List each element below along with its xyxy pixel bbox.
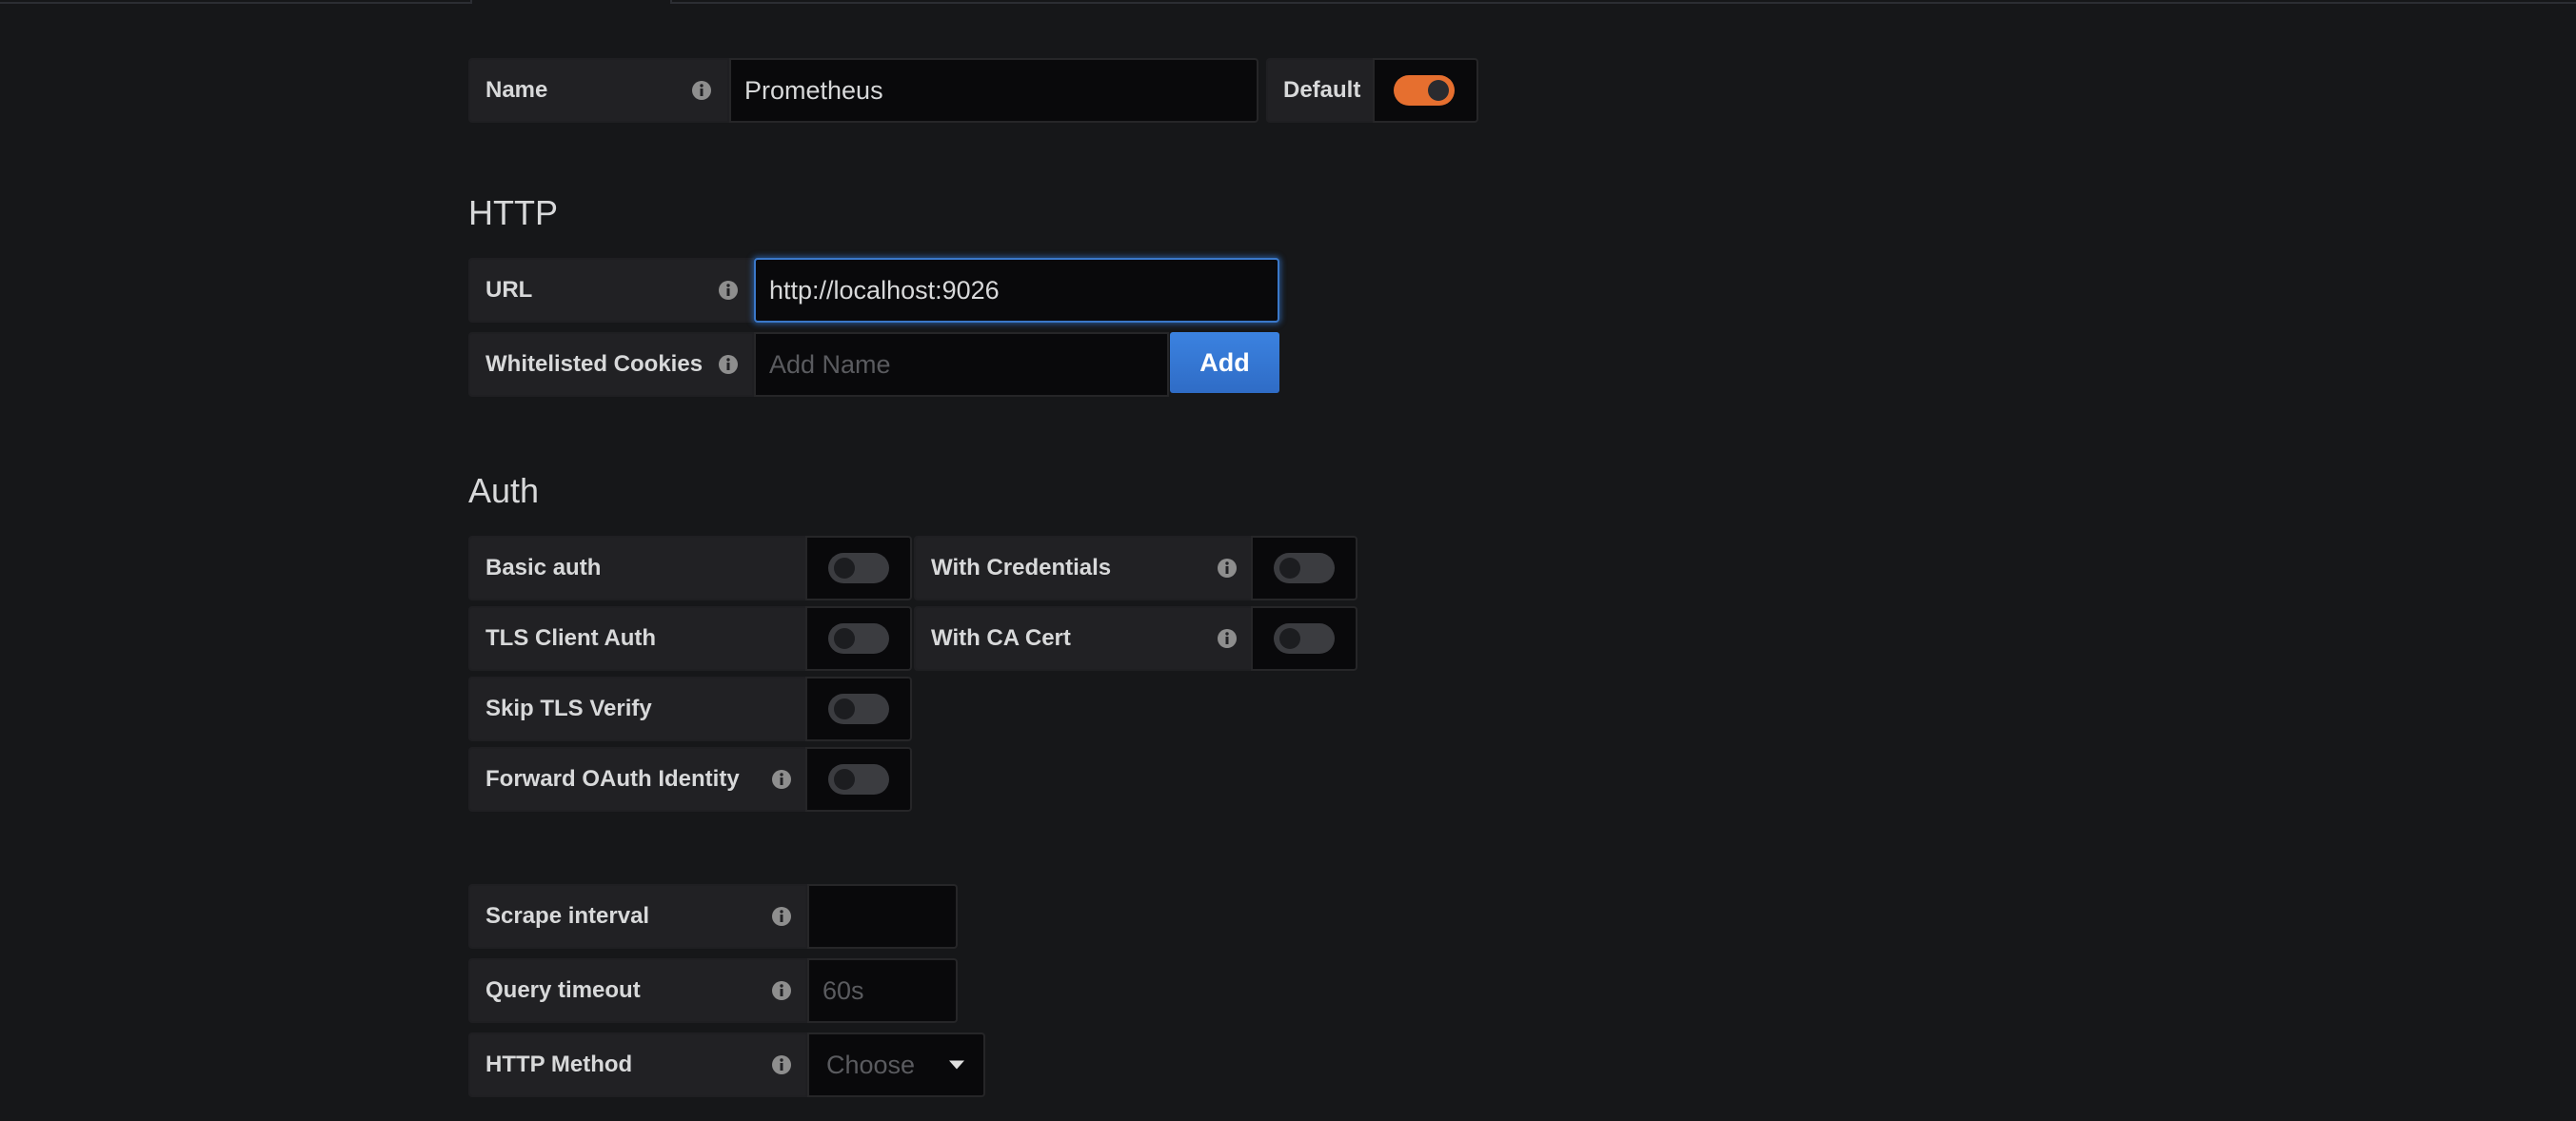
info-icon[interactable] — [771, 1054, 792, 1075]
forward-oauth-toggle[interactable] — [828, 764, 889, 795]
url-input[interactable] — [754, 258, 1279, 323]
toggle-knob — [834, 769, 855, 790]
http-section-title: HTTP — [468, 193, 558, 232]
tls-client-auth-toggle[interactable] — [828, 623, 889, 654]
info-icon[interactable] — [1217, 558, 1238, 579]
info-icon[interactable] — [771, 980, 792, 1001]
http-method-label-text: HTTP Method — [485, 1052, 633, 1077]
tab-settings[interactable] — [470, 0, 672, 4]
basic-auth-label-text: Basic auth — [485, 555, 602, 580]
query-timeout-label: Query timeout — [468, 958, 807, 1023]
with-ca-cert-toggle[interactable] — [1274, 623, 1335, 654]
http-method-label: HTTP Method — [468, 1032, 807, 1097]
with-credentials-toggle[interactable] — [1274, 553, 1335, 583]
toggle-knob — [834, 558, 855, 579]
info-icon[interactable] — [1217, 628, 1238, 649]
info-icon[interactable] — [718, 354, 739, 375]
skip-tls-verify-label-text: Skip TLS Verify — [485, 696, 652, 721]
with-ca-cert-label-text: With CA Cert — [931, 625, 1071, 651]
with-ca-cert-label: With CA Cert — [914, 606, 1253, 671]
auth-section-title: Auth — [468, 471, 540, 510]
default-label: Default — [1266, 58, 1375, 123]
http-method-select[interactable]: Choose — [807, 1032, 985, 1097]
url-label: URL — [468, 258, 754, 323]
scrape-interval-label: Scrape interval — [468, 884, 807, 949]
basic-auth-switch-cell — [805, 536, 912, 600]
forward-oauth-label: Forward OAuth Identity — [468, 747, 807, 812]
forward-oauth-switch-cell — [805, 747, 912, 812]
caret-down-icon — [949, 1060, 964, 1070]
name-label: Name — [468, 58, 729, 123]
info-icon[interactable] — [771, 906, 792, 927]
toggle-knob — [1428, 80, 1449, 101]
url-label-text: URL — [485, 277, 533, 303]
tab-strip-line — [0, 2, 470, 4]
forward-oauth-label-text: Forward OAuth Identity — [485, 766, 740, 792]
basic-auth-label: Basic auth — [468, 536, 807, 600]
toggle-knob — [1279, 558, 1300, 579]
toggle-knob — [834, 628, 855, 649]
scrape-interval-input[interactable] — [807, 884, 958, 949]
toggle-knob — [834, 698, 855, 719]
default-toggle[interactable] — [1394, 75, 1455, 106]
with-credentials-label: With Credentials — [914, 536, 1253, 600]
scrape-interval-label-text: Scrape interval — [485, 903, 650, 929]
info-icon[interactable] — [771, 769, 792, 790]
tab-strip — [0, 0, 2576, 4]
name-label-text: Name — [485, 77, 548, 103]
whitelisted-cookies-input[interactable] — [754, 332, 1169, 397]
tls-client-auth-label-text: TLS Client Auth — [485, 625, 657, 651]
skip-tls-verify-label: Skip TLS Verify — [468, 677, 807, 741]
skip-tls-verify-switch-cell — [805, 677, 912, 741]
basic-auth-toggle[interactable] — [828, 553, 889, 583]
query-timeout-input[interactable] — [807, 958, 958, 1023]
tab-strip-line — [672, 2, 2576, 4]
name-input[interactable] — [729, 58, 1258, 123]
with-credentials-label-text: With Credentials — [931, 555, 1112, 580]
info-icon[interactable] — [691, 80, 712, 101]
toggle-knob — [1279, 628, 1300, 649]
info-icon[interactable] — [718, 280, 739, 301]
datasource-settings-page: Name Default HTTP URL Whitelisted Cookie… — [0, 0, 2576, 1121]
add-cookie-button[interactable]: Add — [1170, 332, 1279, 393]
tls-client-auth-label: TLS Client Auth — [468, 606, 807, 671]
whitelisted-cookies-label: Whitelisted Cookies — [468, 332, 754, 397]
skip-tls-verify-toggle[interactable] — [828, 694, 889, 724]
default-label-text: Default — [1283, 77, 1361, 103]
with-ca-cert-switch-cell — [1251, 606, 1357, 671]
http-method-select-value: Choose — [826, 1050, 916, 1079]
whitelisted-cookies-label-text: Whitelisted Cookies — [485, 351, 703, 377]
default-switch-cell — [1373, 58, 1478, 123]
query-timeout-label-text: Query timeout — [485, 977, 641, 1003]
tls-client-auth-switch-cell — [805, 606, 912, 671]
with-credentials-switch-cell — [1251, 536, 1357, 600]
